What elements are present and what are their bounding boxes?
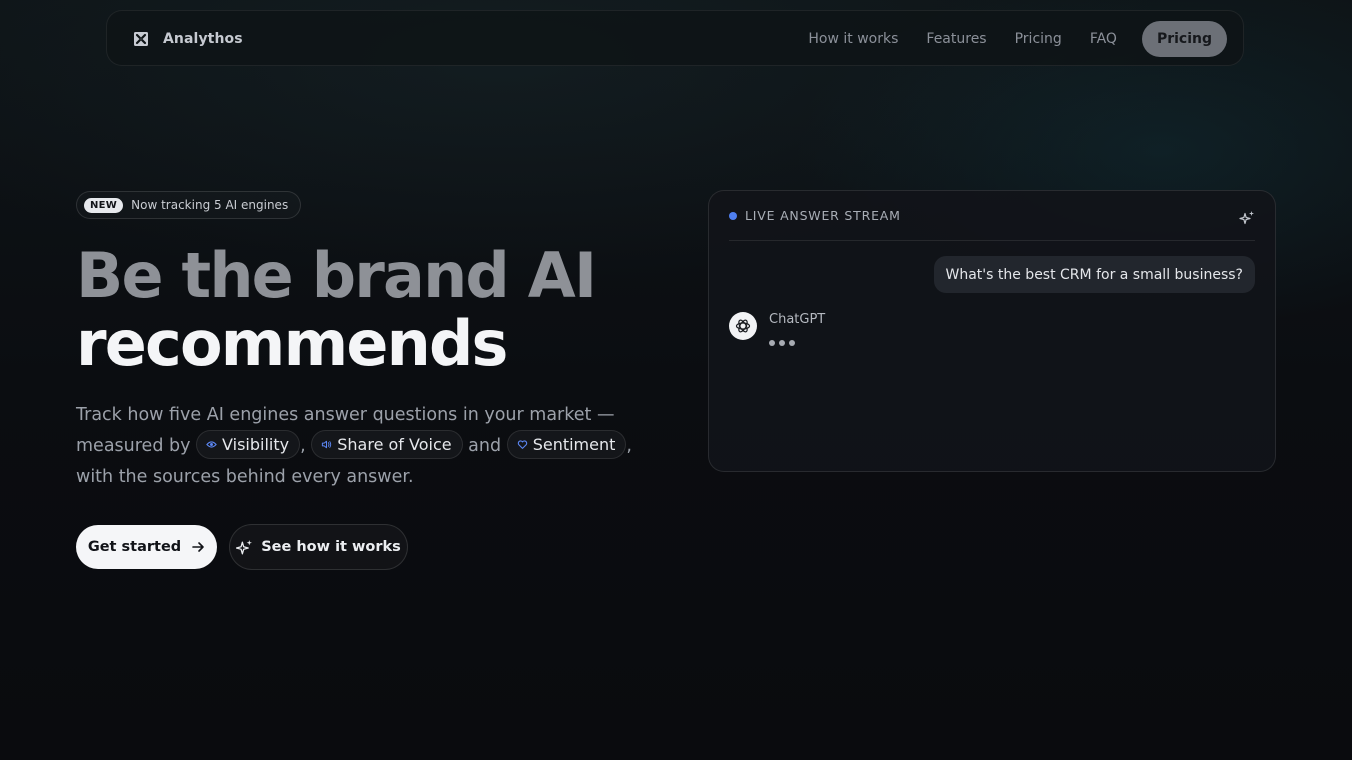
sparkles-icon (236, 539, 253, 555)
separator-comma: , (300, 436, 306, 456)
live-answer-panel: LIVE ANSWER STREAM What's the best CRM f… (708, 190, 1276, 472)
share-of-voice-chip: Share of Voice (311, 429, 463, 459)
visibility-chip-label: Visibility (222, 434, 290, 454)
headline-line-2: recommends (76, 307, 508, 380)
logo-icon (134, 32, 148, 46)
nav-pricing-button[interactable]: Pricing (1141, 21, 1227, 57)
hero-headline: Be the brand AI recommends (76, 239, 597, 380)
nav-link-features[interactable]: Features (926, 31, 986, 47)
see-how-it-works-label: See how it works (261, 539, 401, 555)
new-badge: NEW (84, 197, 124, 213)
sparkles-icon[interactable] (1239, 210, 1255, 226)
get-started-label: Get started (87, 539, 182, 555)
and-text: and (468, 436, 502, 456)
nav-link-how-it-works[interactable]: How it works (808, 31, 898, 47)
speaker-icon (322, 440, 332, 448)
panel-title: LIVE ANSWER STREAM (745, 208, 901, 223)
top-navbar: Analythos How it works Features Pricing … (106, 10, 1244, 66)
brand-name: Analythos (163, 31, 243, 47)
nav-links: How it works Features Pricing FAQ Pricin… (808, 11, 1227, 67)
arrow-right-icon (192, 542, 204, 552)
nav-link-faq[interactable]: FAQ (1090, 31, 1117, 47)
live-indicator-dot (729, 211, 737, 220)
sentiment-chip-label: Sentiment (532, 434, 616, 454)
share-of-voice-chip-label: Share of Voice (337, 434, 452, 454)
user-question-bubble: What's the best CRM for a small business… (933, 256, 1255, 293)
chatgpt-logo-icon (735, 319, 751, 333)
brand[interactable]: Analythos (133, 11, 243, 67)
visibility-chip: Visibility (196, 429, 301, 459)
engine-name: ChatGPT (769, 312, 826, 327)
badge-text: Now tracking 5 AI engines (131, 198, 289, 212)
chatgpt-avatar (729, 312, 757, 340)
panel-header: LIVE ANSWER STREAM (729, 191, 1255, 241)
hero-description: Track how five AI engines answer questio… (76, 400, 666, 493)
headline-line-1: Be the brand AI (76, 239, 597, 312)
announcement-badge[interactable]: NEW Now tracking 5 AI engines (76, 191, 302, 219)
typing-dot (779, 340, 785, 346)
get-started-button[interactable]: Get started (76, 525, 217, 569)
eye-icon (206, 440, 217, 448)
nav-link-pricing[interactable]: Pricing (1015, 31, 1062, 47)
heart-icon (517, 439, 527, 449)
see-how-it-works-button[interactable]: See how it works (229, 524, 408, 570)
typing-dot (789, 340, 795, 346)
typing-dot (769, 340, 775, 346)
sentiment-chip: Sentiment (506, 429, 627, 459)
typing-indicator (769, 340, 795, 346)
